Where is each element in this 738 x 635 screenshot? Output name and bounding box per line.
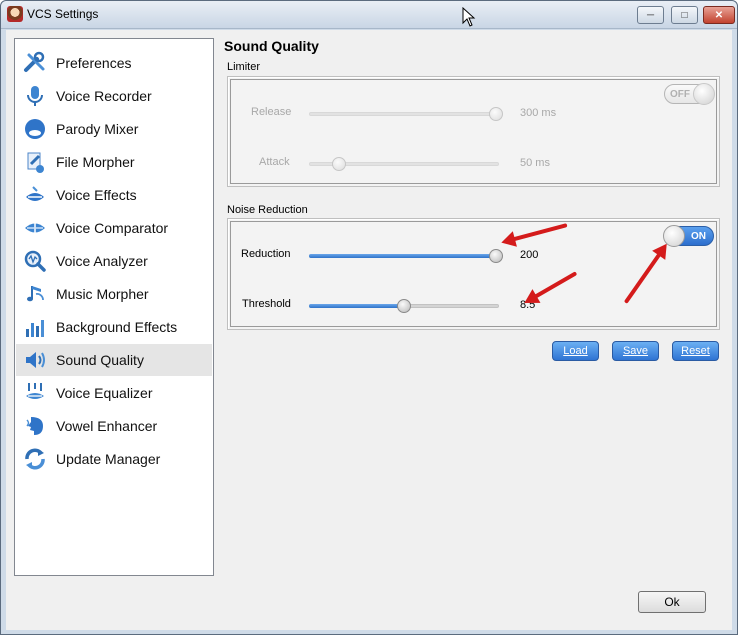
close-button[interactable]: ✕ <box>703 6 735 24</box>
window-title: VCS Settings <box>27 7 99 21</box>
speaker-icon <box>22 347 48 373</box>
sidebar-item-label: Voice Effects <box>56 187 137 203</box>
sidebar-item-label: Vowel Enhancer <box>56 418 158 434</box>
sidebar-item-vowel-enhancer[interactable]: Vowel Enhancer <box>16 410 212 442</box>
sidebar-item-label: Voice Analyzer <box>56 253 148 269</box>
attack-value: 50 ms <box>520 157 550 169</box>
sidebar-item-label: Sound Quality <box>56 352 144 368</box>
toggle-knob <box>693 83 715 105</box>
bars-icon <box>22 314 48 340</box>
file-icon <box>22 149 48 175</box>
sidebar-item-label: Voice Recorder <box>56 88 152 104</box>
limiter-toggle[interactable]: OFF <box>664 83 715 105</box>
maximize-button[interactable]: □ <box>671 6 698 24</box>
sidebar-item-sound-quality[interactable]: Sound Quality <box>16 344 212 376</box>
sidebar-item-label: Background Effects <box>56 319 178 335</box>
toggle-state: ON <box>691 230 706 242</box>
reduction-slider[interactable] <box>309 248 503 264</box>
minimize-button[interactable]: ─ <box>637 6 664 24</box>
sidebar-item-label: Music Morpher <box>56 286 149 302</box>
equalizer-icon <box>22 380 48 406</box>
noise-reduction-group-label: Noise Reduction <box>227 204 308 216</box>
reduction-label: Reduction <box>241 248 291 260</box>
sidebar-item-voice-analyzer[interactable]: Voice Analyzer <box>16 245 212 277</box>
release-value: 300 ms <box>520 107 557 119</box>
head-icon <box>22 413 48 439</box>
sidebar-item-background-effects[interactable]: Background Effects <box>16 311 212 343</box>
reset-button[interactable]: Reset <box>672 341 719 361</box>
release-slider[interactable] <box>309 106 503 122</box>
title-bar[interactable]: VCS Settings ─ □ ✕ <box>1 1 737 29</box>
reduction-value: 200 <box>520 249 539 261</box>
sidebar-item-file-morpher[interactable]: File Morpher <box>16 146 212 178</box>
slider-thumb[interactable] <box>397 299 411 313</box>
sidebar-item-label: Parody Mixer <box>56 121 139 137</box>
sidebar-item-voice-effects[interactable]: Voice Effects <box>16 179 212 211</box>
noise-reduction-toggle[interactable]: ON <box>663 225 714 247</box>
sidebar-item-parody-mixer[interactable]: Parody Mixer <box>16 113 212 145</box>
page-title: Sound Quality <box>224 38 319 54</box>
toggle-state: OFF <box>670 88 690 100</box>
slider-thumb[interactable] <box>489 107 503 121</box>
slider-thumb[interactable] <box>489 249 503 263</box>
sidebar-item-label: Voice Comparator <box>56 220 169 236</box>
ok-button[interactable]: Ok <box>638 591 706 613</box>
microphone-icon <box>22 83 48 109</box>
load-button[interactable]: Load <box>552 341 599 361</box>
face-icon <box>22 116 48 142</box>
lips-icon <box>22 182 48 208</box>
sidebar-item-label: Preferences <box>56 55 132 71</box>
sidebar-item-update-manager[interactable]: Update Manager <box>16 443 212 475</box>
tools-icon <box>22 50 48 76</box>
app-icon <box>7 6 23 22</box>
sidebar-item-label: Voice Equalizer <box>56 385 153 401</box>
sidebar-item-label: File Morpher <box>56 154 135 170</box>
sidebar-item-preferences[interactable]: Preferences <box>16 47 212 79</box>
music-icon <box>22 281 48 307</box>
mouse-cursor-icon <box>462 7 476 27</box>
settings-window: VCS Settings ─ □ ✕ Preferences Voice Rec… <box>0 0 738 635</box>
client-area: Preferences Voice Recorder Parody Mixer … <box>6 30 732 630</box>
attack-label: Attack <box>259 156 290 168</box>
sidebar: Preferences Voice Recorder Parody Mixer … <box>14 38 214 576</box>
threshold-label: Threshold <box>242 298 291 310</box>
limiter-group-label: Limiter <box>227 61 261 73</box>
comparator-icon <box>22 215 48 241</box>
analyzer-icon <box>22 248 48 274</box>
save-button[interactable]: Save <box>612 341 659 361</box>
release-label: Release <box>251 106 292 118</box>
sidebar-item-voice-recorder[interactable]: Voice Recorder <box>16 80 212 112</box>
threshold-slider[interactable] <box>309 298 499 314</box>
sidebar-item-label: Update Manager <box>56 451 161 467</box>
sidebar-item-voice-comparator[interactable]: Voice Comparator <box>16 212 212 244</box>
slider-fill <box>309 304 404 308</box>
slider-fill <box>309 254 499 258</box>
slider-thumb[interactable] <box>332 157 347 171</box>
sidebar-item-music-morpher[interactable]: Music Morpher <box>16 278 212 310</box>
refresh-icon <box>22 446 48 472</box>
attack-slider[interactable] <box>309 156 499 172</box>
sidebar-item-voice-equalizer[interactable]: Voice Equalizer <box>16 377 212 409</box>
